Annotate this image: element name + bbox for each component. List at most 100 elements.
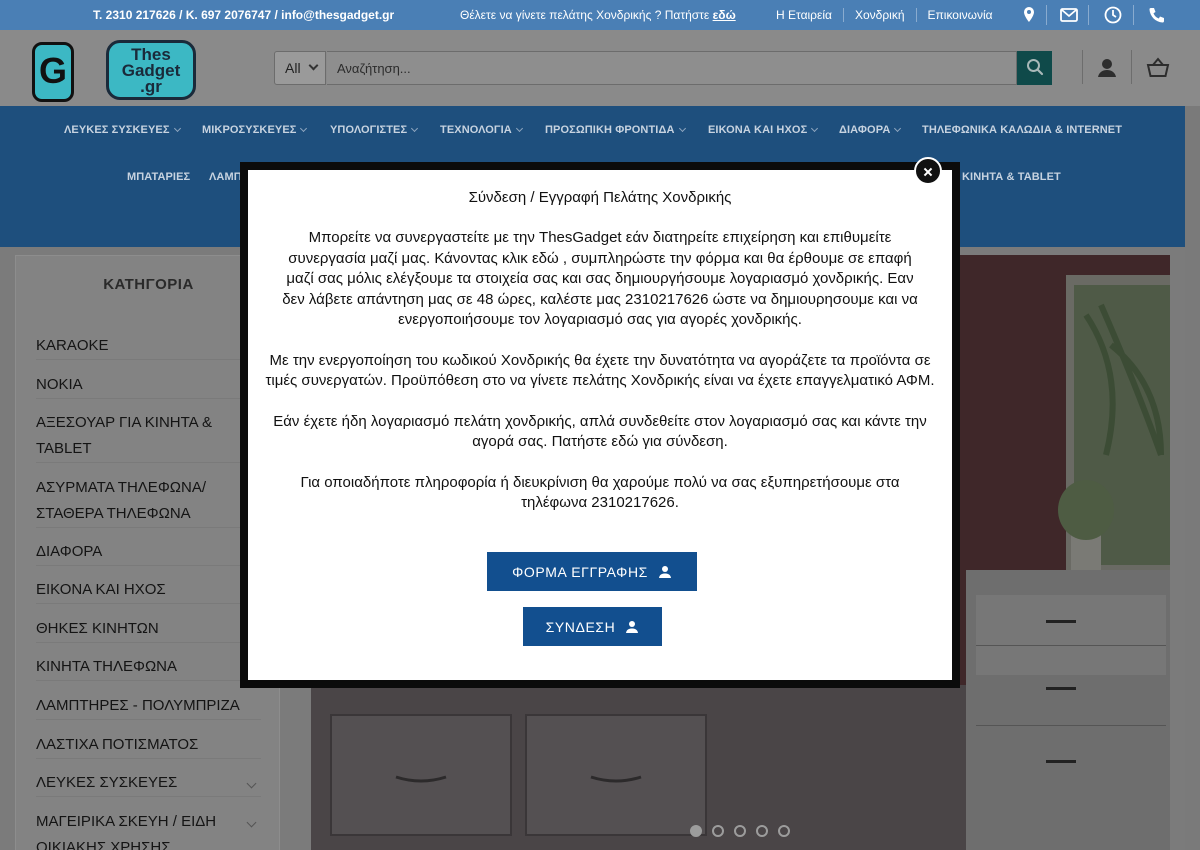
divider	[1088, 5, 1089, 25]
chevron-down-icon	[894, 124, 902, 133]
nav-item-image-sound[interactable]: ΕΙΚΟΝΑ ΚΑΙ ΗΧΟΣ	[708, 124, 819, 136]
sidebar-item-nokia[interactable]: NOKIA	[36, 372, 261, 399]
sidebar-item-image-sound[interactable]: ΕΙΚΟΝΑ ΚΑΙ ΗΧΟΣ	[36, 577, 261, 604]
nav-item-technology[interactable]: ΤΕΧΝΟΛΟΓΙΑ	[440, 124, 523, 136]
slider-dot[interactable]	[756, 825, 768, 837]
login-button-label: ΣΥΝΔΕΣΗ	[545, 618, 616, 635]
modal-title: Σύνδεση / Εγγραφή Πελάτης Χονδρικής	[468, 189, 732, 206]
sidebar-item-label: NOKIA	[36, 376, 83, 393]
contact-info: T. 2310 217626 / K. 697 2076747 / info@t…	[93, 8, 395, 22]
sidebar-item-misc[interactable]: ΔΙΑΦΟΡΑ	[36, 539, 261, 566]
nav-label: ΛΕΥΚΕΣ ΣΥΣΚΕΥΕΣ	[64, 124, 170, 136]
sidebar-item-lamps[interactable]: ΛΑΜΠΤΗΡΕΣ - ΠΟΛΥΜΠΡΙΖΑ	[36, 693, 261, 720]
sidebar-item-label: ΛΕΥΚΕΣ ΣΥΣΚΕΥΕΣ	[36, 774, 178, 791]
wholesale-link[interactable]: εδώ	[713, 8, 736, 22]
chevron-down-icon[interactable]	[246, 778, 257, 789]
search-button[interactable]	[1017, 51, 1052, 85]
chevron-down-icon	[678, 124, 686, 133]
sidebar-item-label: ΛΑΜΠΤΗΡΕΣ - ΠΟΛΥΜΠΡΙΖΑ	[36, 697, 240, 714]
register-button-label: ΦΟΡΜΑ ΕΓΓΡΑΦΗΣ	[512, 563, 648, 580]
chevron-down-icon	[308, 60, 319, 71]
divider	[1131, 50, 1132, 84]
logo-mark: G	[32, 42, 74, 102]
login-button[interactable]: ΣΥΝΔΕΣΗ	[523, 607, 662, 646]
wholesale-modal: Σύνδεση / Εγγραφή Πελάτης Χονδρικής Μπορ…	[248, 170, 952, 680]
sidebar-item-label: ΘΗΚΕΣ ΚΙΝΗΤΩΝ	[36, 620, 159, 637]
chevron-down-icon	[515, 124, 523, 133]
link-wholesale[interactable]: Χονδρική	[844, 8, 917, 22]
sidebar-item-label: ΚΙΝΗΤΑ ΤΗΛΕΦΩΝΑ	[36, 658, 177, 675]
nav-label: ΔΙΑΦΟΡΑ	[839, 124, 891, 136]
slider-dots	[690, 825, 790, 837]
sidebar-item-phone-cases[interactable]: ΘΗΚΕΣ ΚΙΝΗΤΩΝ	[36, 616, 261, 643]
search-input[interactable]	[327, 51, 1017, 85]
nav-item-personal-care[interactable]: ΠΡΟΣΩΠΙΚΗ ΦΡΟΝΤΙΔΑ	[545, 124, 686, 136]
nav-item-mobile-tablet[interactable]: ΚΙΝΗΤΑ & TABLET	[962, 171, 1061, 183]
search-bar: All	[274, 51, 1052, 85]
close-icon[interactable]	[914, 157, 942, 185]
phone-icon[interactable]	[1147, 5, 1167, 25]
nav-label: ΜΠΑΤΑΡΙΕΣ	[127, 171, 191, 183]
sidebar-item-cookware[interactable]: ΜΑΓΕΙΡΙΚΑ ΣΚΕΥΗ / ΕΙΔΗ ΟΙΚΙΑΚΗΣ ΧΡΗΣΗΣ	[36, 809, 261, 850]
nav-item-white-appliances[interactable]: ΛΕΥΚΕΣ ΣΥΣΚΕΥΕΣ	[64, 124, 181, 136]
sidebar-item-karaoke[interactable]: KARAOKE	[36, 333, 261, 360]
search-category-select[interactable]: All	[274, 51, 326, 85]
nav-label: ΤΗΛΕΦΩΝΙΚΑ ΚΑΛΩΔΙΑ & INTERNET	[922, 124, 1123, 136]
sidebar-item-garden-hoses[interactable]: ΛΑΣΤΙΧΑ ΠΟΤΙΣΜΑΤΟΣ	[36, 732, 261, 759]
nav-label: ΤΕΧΝΟΛΟΓΙΑ	[440, 124, 512, 136]
link-company[interactable]: Η Εταιρεία	[776, 8, 844, 22]
slider-dot[interactable]	[712, 825, 724, 837]
sidebar-item-label: ΔΙΑΦΟΡΑ	[36, 543, 103, 560]
nav-label: ΜΙΚΡΟΣΥΣΚΕΥΕΣ	[202, 124, 297, 136]
nav-item-batteries[interactable]: ΜΠΑΤΑΡΙΕΣ	[127, 171, 190, 183]
link-contact[interactable]: Επικοινωνία	[917, 8, 1004, 22]
logo-text: Thes Gadget .gr	[106, 40, 196, 100]
site-header: G Thes Gadget .gr All	[0, 30, 1200, 106]
sidebar-item-label: ΑΞΕΣΟΥΑΡ ΓΙΑ ΚΙΝΗΤΑ & TABLET	[36, 414, 213, 457]
envelope-icon[interactable]	[1059, 5, 1079, 25]
divider	[1133, 5, 1134, 25]
nav-label: ΛΑΜΠ	[209, 171, 242, 183]
modal-paragraph-intro: Μπορείτε να συνεργαστείτε με την ThesGad…	[282, 229, 918, 328]
sidebar-item-cordless-phones[interactable]: ΑΣΥΡΜΑΤΑ ΤΗΛΕΦΩΝΑ/ ΣΤΑΘΕΡΑ ΤΗΛΕΦΩΝΑ	[36, 475, 261, 528]
wholesale-text: Θέλετε να γίνετε πελάτης Χονδρικής ? Πατ…	[460, 8, 710, 22]
modal-paragraph-info: Για οποιαδήποτε πληροφορία ή διευκρίνιση…	[300, 473, 900, 512]
modal-paragraph-activation: Με την ενεργοποίηση του κωδικού Χονδρική…	[265, 351, 935, 390]
nav-label: ΚΙΝΗΤΑ & TABLET	[962, 171, 1061, 183]
nav-label: ΕΙΚΟΝΑ ΚΑΙ ΗΧΟΣ	[708, 124, 808, 136]
nav-item-lamps[interactable]: ΛΑΜΠ	[209, 171, 242, 183]
chevron-down-icon[interactable]	[246, 817, 257, 828]
divider	[1046, 5, 1047, 25]
map-marker-icon[interactable]	[1019, 5, 1039, 25]
clock-icon[interactable]	[1103, 5, 1123, 25]
nav-item-computers[interactable]: ΥΠΟΛΟΓΙΣΤΕΣ	[330, 124, 419, 136]
chevron-down-icon	[173, 124, 181, 133]
register-form-button[interactable]: ΦΟΡΜΑ ΕΓΓΡΑΦΗΣ	[487, 552, 697, 591]
user-icon[interactable]	[1094, 55, 1120, 81]
search-category-value: All	[285, 60, 301, 76]
wholesale-notice: Θέλετε να γίνετε πελάτης Χονδρικής ? Πατ…	[460, 8, 736, 22]
sidebar-item-accessories[interactable]: ΑΞΕΣΟΥΑΡ ΓΙΑ ΚΙΝΗΤΑ & TABLET	[36, 410, 261, 463]
user-icon	[658, 565, 671, 578]
sidebar-item-label: ΜΑΓΕΙΡΙΚΑ ΣΚΕΥΗ / ΕΙΔΗ ΟΙΚΙΑΚΗΣ ΧΡΗΣΗΣ	[36, 813, 217, 850]
nav-label: ΥΠΟΛΟΓΙΣΤΕΣ	[330, 124, 408, 136]
slider-dot[interactable]	[778, 825, 790, 837]
slider-dot[interactable]	[734, 825, 746, 837]
slider-dot[interactable]	[690, 825, 702, 837]
top-links: Η Εταιρεία Χονδρική Επικοινωνία	[776, 8, 1004, 22]
sidebar-item-mobile-phones[interactable]: ΚΙΝΗΤΑ ΤΗΛΕΦΩΝΑ	[36, 654, 261, 681]
chevron-down-icon	[300, 124, 308, 133]
nav-item-misc[interactable]: ΔΙΑΦΟΡΑ	[839, 124, 902, 136]
site-logo[interactable]: G Thes Gadget .gr	[28, 38, 196, 102]
page-scrollbar[interactable]	[1185, 106, 1200, 850]
nav-item-small-appliances[interactable]: ΜΙΚΡΟΣΥΣΚΕΥΕΣ	[202, 124, 308, 136]
cart-icon[interactable]	[1145, 55, 1171, 81]
user-icon	[626, 620, 639, 633]
nav-label: ΠΡΟΣΩΠΙΚΗ ΦΡΟΝΤΙΔΑ	[545, 124, 675, 136]
chevron-down-icon	[811, 124, 819, 133]
sidebar-item-label: KARAOKE	[36, 337, 109, 354]
top-bar: T. 2310 217626 / K. 697 2076747 / info@t…	[0, 0, 1200, 30]
nav-item-cables-internet[interactable]: ΤΗΛΕΦΩΝΙΚΑ ΚΑΛΩΔΙΑ & INTERNET	[922, 124, 1122, 136]
sidebar-item-white-appliances[interactable]: ΛΕΥΚΕΣ ΣΥΣΚΕΥΕΣ	[36, 770, 261, 797]
search-icon	[1026, 58, 1043, 75]
